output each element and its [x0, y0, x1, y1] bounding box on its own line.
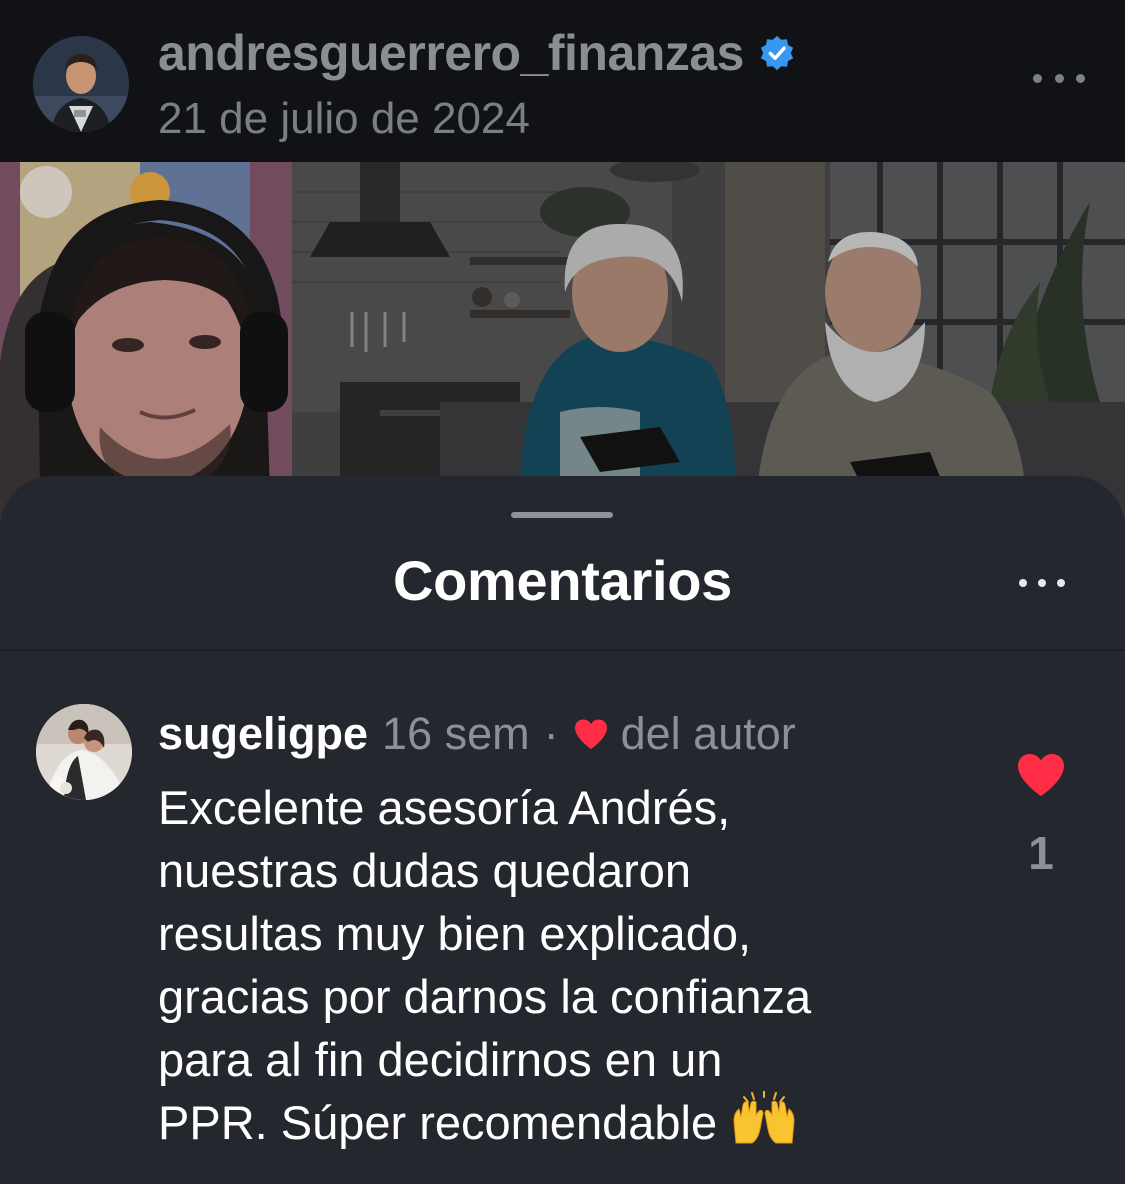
dot [1038, 579, 1046, 587]
comment-line: resultas muy bien explicado, [158, 907, 752, 960]
post-header: andresguerrero_finanzas 21 de julio de 2… [0, 0, 1125, 162]
comment-like-button[interactable] [1016, 752, 1066, 798]
comment-meta: sugeligpe 16 sem · del autor [158, 708, 796, 760]
author-avatar[interactable] [33, 36, 129, 132]
commenter-avatar-image [36, 704, 132, 800]
post-username-text: andresguerrero_finanzas [158, 25, 744, 81]
dot [1054, 73, 1064, 83]
comment-username[interactable]: sugeligpe [158, 708, 368, 760]
comment-line: para al fin decidirnos en un [158, 1033, 723, 1086]
meta-separator: · [543, 708, 559, 759]
sheet-title: Comentarios [393, 549, 732, 612]
liked-by-author-label: del autor [620, 708, 796, 759]
divider [0, 649, 1125, 651]
comment-line: PPR. Súper recomendable [158, 1096, 718, 1149]
comment-line: gracias por darnos la confianza [158, 970, 812, 1023]
post-date: 21 de julio de 2024 [158, 94, 530, 143]
raised-hands-emoji: 🙌 [730, 1090, 798, 1160]
dot [1076, 73, 1085, 83]
post-more-options-button[interactable] [1033, 58, 1085, 98]
heart-icon [574, 719, 607, 749]
comment-text: Excelente asesoría Andrés, nuestras duda… [158, 776, 978, 1160]
dot [1033, 73, 1042, 83]
comments-more-options-button[interactable] [1019, 576, 1065, 590]
post-video[interactable] [0, 162, 1125, 522]
dot [1057, 579, 1065, 587]
author-avatar-image [33, 36, 129, 132]
comment-line: nuestras dudas quedaron [158, 844, 692, 897]
dot [1019, 579, 1027, 587]
verified-badge-icon [760, 35, 794, 71]
post-username[interactable]: andresguerrero_finanzas [158, 24, 796, 82]
video-frame [0, 162, 1125, 522]
comment-line: Excelente asesoría Andrés, [158, 781, 731, 834]
commenter-avatar[interactable] [36, 704, 132, 800]
comment-timestamp: 16 sem [382, 708, 530, 759]
raised-hands-icon [733, 1090, 795, 1144]
comments-sheet: Comentarios sugeligpe 16 sem · del autor… [0, 476, 1125, 1184]
comment-like-count: 1 [1028, 827, 1054, 879]
sheet-drag-handle[interactable] [511, 512, 613, 518]
